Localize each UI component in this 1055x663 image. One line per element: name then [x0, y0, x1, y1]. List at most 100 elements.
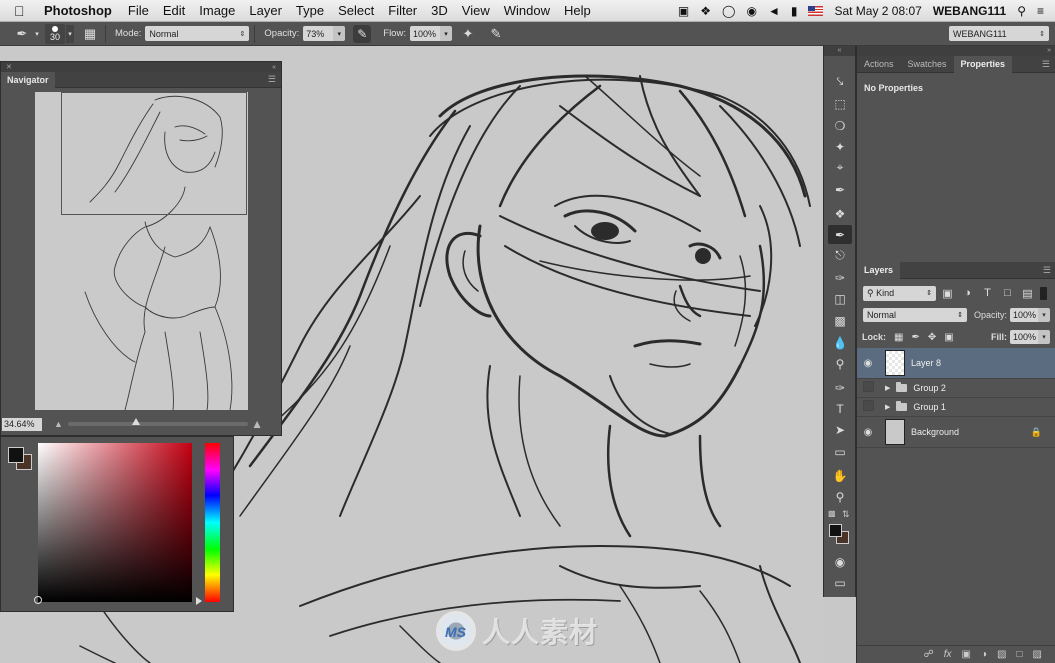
gradient-tool-icon[interactable]: ▩: [828, 311, 852, 330]
delete-layer-icon[interactable]: ▨: [1033, 649, 1042, 660]
layer-style-fx-icon[interactable]: fx: [944, 649, 952, 660]
foreground-color-tool-swatch[interactable]: [829, 524, 842, 537]
brush-preset-arrow[interactable]: ▾: [33, 25, 41, 43]
us-flag-icon[interactable]: [808, 6, 824, 16]
new-group-icon[interactable]: ▧: [997, 649, 1006, 660]
opacity-field[interactable]: 73%: [303, 26, 334, 41]
zoom-slider-knob[interactable]: [132, 418, 140, 425]
link-layers-icon[interactable]: ☍: [924, 649, 934, 660]
search-icon[interactable]: ⚲: [1017, 4, 1026, 18]
brush-panel-toggle-icon[interactable]: ▦: [80, 25, 100, 43]
workspace-dropdown[interactable]: WEBANG111 ⇕: [949, 26, 1049, 41]
close-icon[interactable]: ✕: [6, 63, 12, 71]
screen-mode-icon[interactable]: ▭: [828, 573, 852, 592]
pressure-opacity-icon[interactable]: ✎: [353, 24, 372, 43]
pressure-size-icon[interactable]: ✎: [486, 25, 506, 43]
layer-row[interactable]: ▶ Group 1: [857, 398, 1055, 417]
hue-slider-cursor[interactable]: [196, 597, 202, 605]
menu-type[interactable]: Type: [296, 3, 324, 18]
magic-wand-tool-icon[interactable]: ✦: [828, 137, 852, 156]
layer-row[interactable]: ◉ Layer 8: [857, 348, 1055, 379]
tab-navigator[interactable]: Navigator: [1, 71, 55, 88]
blur-tool-icon[interactable]: 💧: [828, 333, 852, 352]
brush-preset-icon[interactable]: ✒: [12, 25, 32, 43]
navigator-zoom-field[interactable]: 34.64%: [2, 417, 42, 431]
layer-name[interactable]: Background: [911, 427, 959, 437]
menu-layer[interactable]: Layer: [249, 3, 282, 18]
lock-pixels-icon[interactable]: ✒: [911, 332, 919, 343]
adjustment-layer-icon[interactable]: ◑: [981, 649, 987, 660]
dodge-tool-icon[interactable]: ⚲: [828, 354, 852, 373]
list-icon[interactable]: ≡: [1037, 4, 1044, 18]
menu-select[interactable]: Select: [338, 3, 374, 18]
hand-tool-icon[interactable]: ✋: [828, 466, 852, 485]
foreground-color-swatch[interactable]: [8, 447, 24, 463]
layer-opacity-slider-button[interactable]: ▾: [1038, 308, 1051, 322]
blend-mode-dropdown[interactable]: Normal ⇕: [863, 308, 967, 322]
move-tool-icon[interactable]: ⤥: [828, 72, 852, 91]
menu-file[interactable]: File: [128, 3, 149, 18]
quick-mask-icon[interactable]: ◉: [828, 552, 852, 571]
zoom-tool-icon[interactable]: ⚲: [828, 487, 852, 506]
app-name-menu[interactable]: Photoshop: [44, 3, 112, 18]
user-name[interactable]: WEBANG111: [933, 4, 1006, 18]
adjustment-filter-icon[interactable]: ◑: [959, 286, 976, 301]
visibility-eye-icon[interactable]: ◉: [857, 427, 879, 438]
clone-stamp-tool-icon[interactable]: ⎋: [828, 246, 852, 265]
flow-slider-button[interactable]: ▾: [439, 26, 452, 41]
menu-edit[interactable]: Edit: [163, 3, 185, 18]
clock[interactable]: Sat May 2 08:07: [834, 4, 921, 18]
layer-opacity-field[interactable]: 100%: [1010, 308, 1039, 322]
navigator-thumbnail[interactable]: [35, 92, 248, 410]
menu-image[interactable]: Image: [199, 3, 235, 18]
filter-kind-dropdown[interactable]: ⚲ Kind ⇕: [863, 285, 936, 301]
visibility-eye-icon[interactable]: ◉: [857, 358, 879, 369]
expand-triangle-icon[interactable]: ▶: [885, 403, 890, 411]
dock-top-strip[interactable]: »: [857, 46, 1055, 56]
flow-field[interactable]: 100%: [409, 26, 440, 41]
layer-name[interactable]: Layer 8: [911, 358, 941, 368]
hue-slider[interactable]: [205, 443, 220, 602]
menu-help[interactable]: Help: [564, 3, 591, 18]
default-colors-icon[interactable]: ▩: [828, 509, 836, 518]
collapse-icon[interactable]: «: [272, 64, 276, 71]
color-saturation-field[interactable]: [38, 443, 192, 602]
lock-transparency-icon[interactable]: ▦: [894, 332, 903, 343]
panel-menu-icon[interactable]: ☰: [1043, 265, 1051, 276]
history-brush-tool-icon[interactable]: ✑: [828, 268, 852, 287]
zoom-in-mountain-icon[interactable]: ▲: [251, 417, 263, 431]
pixel-filter-icon[interactable]: ▣: [939, 286, 956, 301]
navigator-view-box[interactable]: [61, 92, 247, 215]
panel-menu-icon[interactable]: ☰: [268, 74, 276, 85]
layer-row[interactable]: ◉ Background 🔒: [857, 417, 1055, 448]
opacity-slider-button[interactable]: ▾: [333, 26, 346, 41]
lasso-tool-icon[interactable]: ❍: [828, 116, 852, 135]
menu-filter[interactable]: Filter: [388, 3, 417, 18]
tools-top-strip[interactable]: «: [824, 46, 855, 56]
eyedropper-tool-icon[interactable]: ✒: [828, 180, 852, 199]
layer-name[interactable]: Group 2: [913, 383, 946, 393]
shape-filter-icon[interactable]: □: [999, 286, 1016, 301]
brush-size-picker[interactable]: 30: [45, 23, 65, 44]
panel-menu-icon[interactable]: ☰: [1042, 59, 1050, 70]
airbrush-icon[interactable]: ✦: [458, 25, 478, 43]
pen-tool-icon[interactable]: ✑: [828, 378, 852, 397]
expand-triangle-icon[interactable]: ▶: [885, 384, 890, 392]
battery-icon[interactable]: ▮: [791, 4, 798, 18]
layer-row[interactable]: ▶ Group 2: [857, 379, 1055, 398]
eraser-tool-icon[interactable]: ◫: [828, 289, 852, 308]
healing-brush-tool-icon[interactable]: ❖: [828, 204, 852, 223]
menu-view[interactable]: View: [462, 3, 490, 18]
volume-icon[interactable]: ◄: [768, 4, 780, 18]
rectangle-tool-icon[interactable]: ▭: [828, 442, 852, 461]
zoom-out-mountain-icon[interactable]: ▲: [54, 419, 63, 429]
menu-window[interactable]: Window: [504, 3, 550, 18]
fill-slider-button[interactable]: ▾: [1038, 330, 1050, 344]
tab-swatches[interactable]: Swatches: [901, 56, 954, 73]
wifi-icon[interactable]: ◉: [746, 4, 756, 18]
color-field-cursor[interactable]: [34, 596, 42, 604]
dropbox-icon[interactable]: ❖: [700, 4, 711, 18]
marquee-tool-icon[interactable]: ⬚: [828, 94, 852, 113]
mode-dropdown[interactable]: Normal ⇕: [145, 26, 250, 41]
path-selection-tool-icon[interactable]: ➤: [828, 420, 852, 439]
